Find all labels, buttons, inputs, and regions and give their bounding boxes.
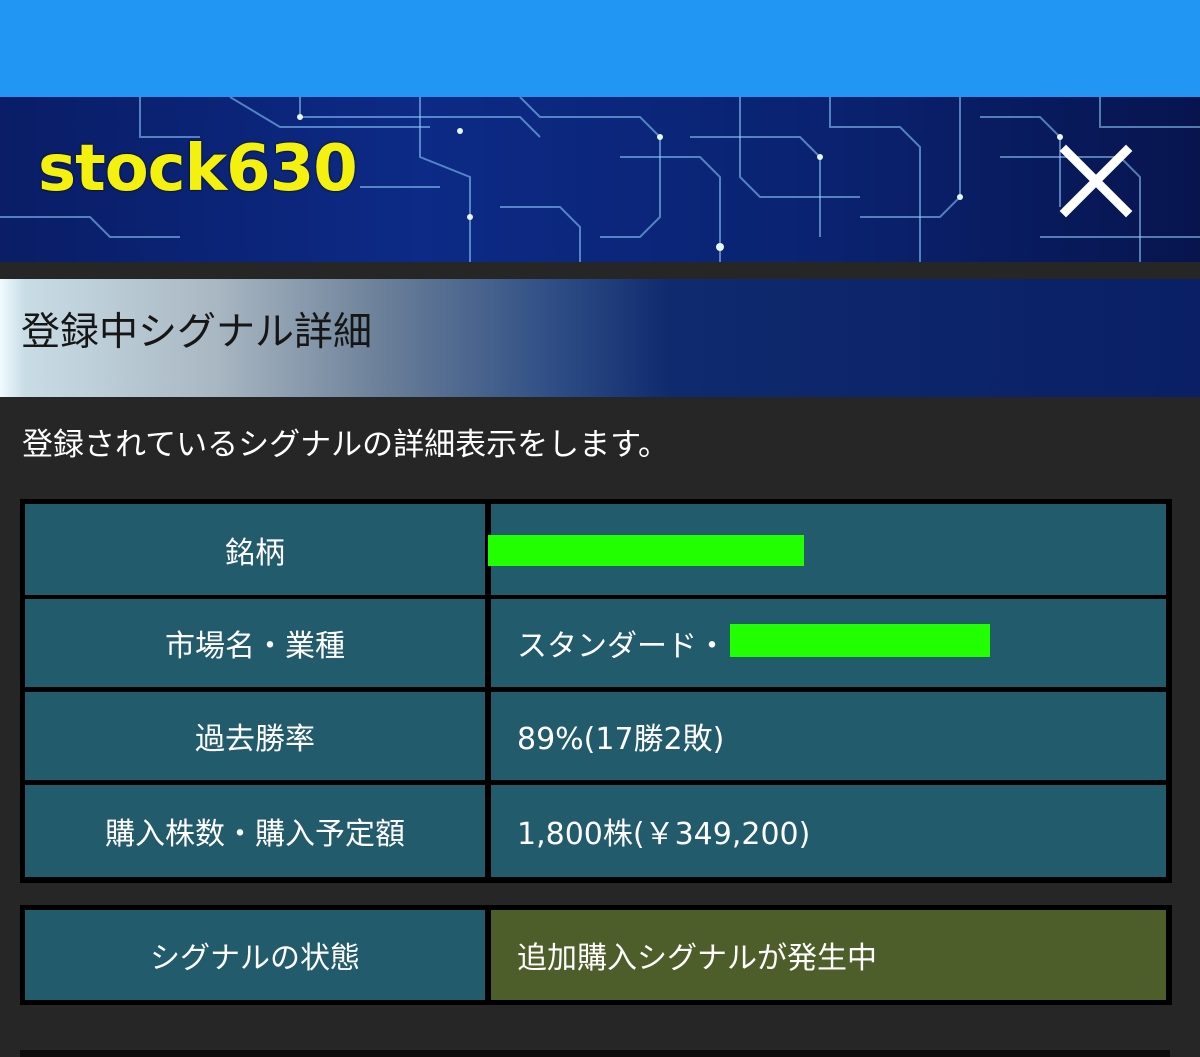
- app-title: stock630: [38, 132, 358, 206]
- table-row-label: 銘柄: [25, 504, 485, 595]
- table-row-label: 過去勝率: [25, 692, 485, 780]
- status-value: 追加購入シグナルが発生中: [491, 910, 1166, 1000]
- system-status-bar: [0, 0, 1200, 97]
- redaction-bar: [488, 535, 804, 566]
- table-row-label: 購入株数・購入予定額: [25, 785, 485, 877]
- signal-status-table: シグナルの状態 追加購入シグナルが発生中: [20, 905, 1172, 1005]
- close-button[interactable]: [1056, 141, 1136, 221]
- page-description: 登録されているシグナルの詳細表示をします。: [22, 427, 669, 463]
- close-icon: [1059, 144, 1133, 218]
- next-section-edge: [20, 1050, 1170, 1057]
- app-header-banner: stock630: [0, 97, 1200, 262]
- status-label: シグナルの状態: [25, 910, 485, 1000]
- section-title: 登録中シグナル詳細: [21, 310, 373, 355]
- redaction-bar: [730, 624, 990, 657]
- table-row-value: 1,800株(￥349,200): [491, 785, 1166, 877]
- table-row-value: 89%(17勝2敗): [491, 692, 1166, 780]
- table-row-label: 市場名・業種: [25, 599, 485, 687]
